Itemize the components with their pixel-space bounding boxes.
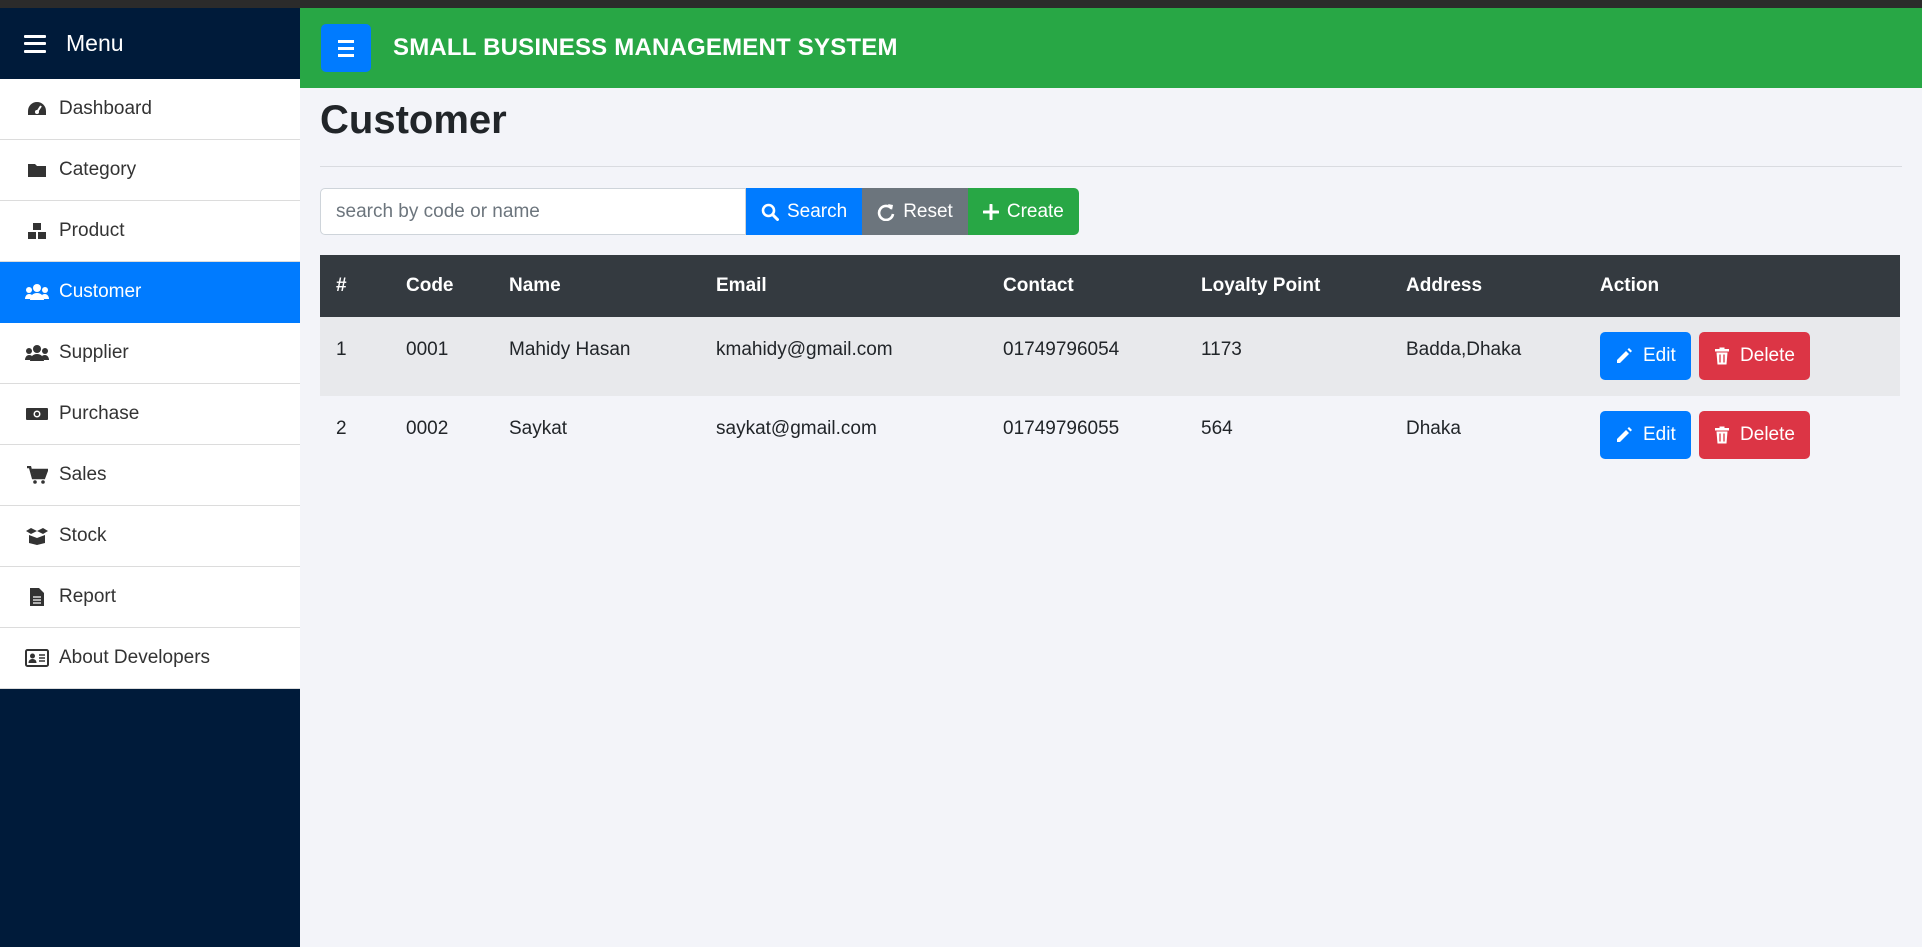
create-button[interactable]: Create — [967, 188, 1079, 235]
redo-icon — [877, 203, 895, 221]
edit-button[interactable]: Edit — [1600, 332, 1691, 380]
table-row: 1 0001 Mahidy Hasan kmahidy@gmail.com 01… — [320, 317, 1900, 396]
users-icon — [25, 343, 49, 363]
sidebar-item-sales[interactable]: Sales — [0, 445, 300, 506]
main-content: Customer Search Reset Create # Code — [320, 88, 1902, 475]
cell-contact: 01749796054 — [1003, 339, 1120, 360]
sidebar-item-label: Product — [59, 220, 125, 241]
box-open-icon — [25, 526, 49, 546]
page-title: Customer — [320, 98, 507, 142]
trash-icon — [1714, 426, 1730, 444]
sidebar-header[interactable]: Menu — [0, 8, 300, 79]
sidebar-item-label: Stock — [59, 525, 107, 546]
pencil-icon — [1615, 347, 1633, 365]
cell-action: Edit Delete — [1584, 396, 1900, 475]
cell-action: Edit Delete — [1584, 317, 1900, 396]
tachometer-icon — [25, 99, 49, 119]
trash-icon — [1714, 347, 1730, 365]
cart-icon — [25, 465, 49, 485]
sidebar-item-dashboard[interactable]: Dashboard — [0, 79, 300, 140]
column-header: Contact — [1003, 275, 1074, 296]
cell-loyalty-point: 564 — [1201, 418, 1233, 439]
sidebar-item-label: Customer — [59, 281, 142, 302]
cell-number: 1 — [336, 339, 347, 360]
plus-icon — [982, 203, 999, 220]
edit-button-label: Edit — [1643, 345, 1676, 366]
edit-button[interactable]: Edit — [1600, 411, 1691, 459]
delete-button[interactable]: Delete — [1699, 411, 1810, 459]
sidebar-item-label: Supplier — [59, 342, 129, 363]
delete-button-label: Delete — [1740, 424, 1795, 445]
search-input[interactable] — [320, 188, 746, 235]
sidebar-item-supplier[interactable]: Supplier — [0, 323, 300, 384]
column-header: Code — [406, 275, 454, 296]
cell-number: 2 — [336, 418, 347, 439]
sidebar: Menu Dashboard Category Product Customer — [0, 8, 300, 947]
cell-contact: 01749796055 — [1003, 418, 1120, 439]
search-button[interactable]: Search — [746, 188, 863, 235]
column-header: Loyalty Point — [1201, 275, 1321, 296]
sidebar-item-product[interactable]: Product — [0, 201, 300, 262]
create-button-label: Create — [1006, 200, 1064, 222]
sidebar-nav: Dashboard Category Product Customer Supp… — [0, 79, 300, 689]
column-header: Email — [716, 275, 767, 296]
money-bill-icon — [25, 404, 49, 424]
sidebar-item-label: Sales — [59, 464, 107, 485]
file-icon — [25, 587, 49, 607]
sidebar-item-purchase[interactable]: Purchase — [0, 384, 300, 445]
table-row: 2 0002 Saykat saykat@gmail.com 017497960… — [320, 396, 1900, 475]
delete-button[interactable]: Delete — [1699, 332, 1810, 380]
sidebar-item-label: Report — [59, 586, 117, 607]
window-top-strip — [0, 0, 1922, 8]
hamburger-icon — [338, 39, 354, 43]
sidebar-item-label: Category — [59, 159, 137, 180]
search-toolbar: Search Reset Create — [320, 188, 1902, 235]
cell-loyalty-point: 1173 — [1201, 339, 1242, 360]
sidebar-title: Menu — [66, 30, 124, 56]
divider — [320, 166, 1902, 167]
column-header: Name — [509, 275, 561, 296]
boxes-icon — [25, 221, 49, 241]
customer-table: # Code Name Email Contact Loyalty Point … — [320, 255, 1900, 475]
id-card-icon — [25, 648, 49, 668]
delete-button-label: Delete — [1740, 345, 1795, 366]
cell-code: 0002 — [406, 418, 449, 439]
cell-email: kmahidy@gmail.com — [716, 339, 893, 360]
top-header: SMALL BUSINESS MANAGEMENT SYSTEM — [300, 8, 1922, 88]
table-header-row: # Code Name Email Contact Loyalty Point … — [320, 255, 1900, 317]
reset-button-label: Reset — [903, 200, 953, 222]
sidebar-item-customer[interactable]: Customer — [0, 262, 300, 323]
column-header: Action — [1600, 275, 1660, 296]
sidebar-item-category[interactable]: Category — [0, 140, 300, 201]
edit-button-label: Edit — [1643, 424, 1676, 445]
cell-address: Dhaka — [1406, 418, 1461, 439]
reset-button[interactable]: Reset — [862, 188, 968, 235]
search-icon — [761, 203, 779, 221]
app-title: SMALL BUSINESS MANAGEMENT SYSTEM — [393, 34, 898, 61]
sidebar-item-label: Purchase — [59, 403, 140, 424]
folder-icon — [25, 160, 49, 180]
sidebar-item-report[interactable]: Report — [0, 567, 300, 628]
sidebar-item-label: Dashboard — [59, 98, 152, 119]
sidebar-item-about-developers[interactable]: About Developers — [0, 628, 300, 689]
pencil-icon — [1615, 426, 1633, 444]
sidebar-item-label: About Developers — [59, 647, 211, 668]
search-button-label: Search — [787, 200, 848, 222]
sidebar-item-stock[interactable]: Stock — [0, 506, 300, 567]
cell-code: 0001 — [406, 339, 449, 360]
menu-hamburger-icon[interactable] — [24, 34, 46, 53]
column-header: # — [336, 275, 347, 296]
cell-name: Saykat — [509, 418, 568, 439]
cell-name: Mahidy Hasan — [509, 339, 631, 360]
cell-address: Badda,Dhaka — [1406, 339, 1522, 360]
column-header: Address — [1406, 275, 1483, 296]
cell-email: saykat@gmail.com — [716, 418, 877, 439]
sidebar-toggle-button[interactable] — [321, 24, 371, 72]
users-icon — [25, 282, 49, 302]
